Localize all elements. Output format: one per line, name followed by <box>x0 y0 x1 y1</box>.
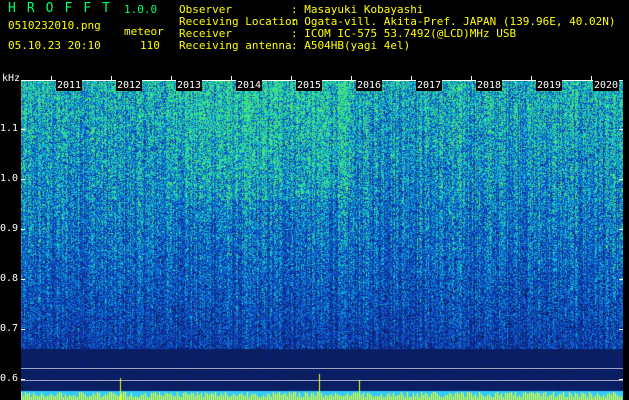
y-tick-mark <box>21 179 25 180</box>
info-value-antenna: : A504HB(yagi 4el) <box>291 39 411 52</box>
time-tick-mark <box>411 76 412 80</box>
time-tick-mark <box>591 76 592 80</box>
y-tick-mark <box>21 279 25 280</box>
time-tick-mark <box>51 76 52 80</box>
time-tick-label: 2018 <box>476 80 503 91</box>
time-tick-mark <box>291 76 292 80</box>
time-tick-mark <box>171 76 172 80</box>
y-tick-mark <box>21 329 25 330</box>
time-tick-mark <box>471 76 472 80</box>
time-tick-label: 2013 <box>176 80 203 91</box>
mode-label: meteor <box>124 25 164 38</box>
time-tick-label: 2012 <box>116 80 143 91</box>
time-tick-label: 2014 <box>236 80 263 91</box>
time-tick-label: 2019 <box>536 80 563 91</box>
app-logo: HROFFT <box>8 1 121 16</box>
axis-unit-label: kHz <box>2 73 21 84</box>
time-tick-label: 2011 <box>56 80 83 91</box>
y-tick-mark <box>619 179 623 180</box>
y-tick-mark <box>619 229 623 230</box>
y-tick-label: 0.8 <box>0 273 19 284</box>
y-tick-label: 1.0 <box>0 173 19 184</box>
y-tick-mark <box>21 129 25 130</box>
time-tick-mark <box>531 76 532 80</box>
time-tick-mark <box>111 76 112 80</box>
y-tick-mark <box>619 379 623 380</box>
y-tick-label: 1.1 <box>0 123 19 134</box>
y-tick-label: 0.6 <box>0 373 19 384</box>
y-tick-mark <box>619 329 623 330</box>
time-tick-label: 2017 <box>416 80 443 91</box>
spectrogram-canvas <box>21 80 623 400</box>
app-version: 1.0.0 <box>124 3 158 16</box>
y-tick-label: 0.7 <box>0 323 19 334</box>
reference-line-upper <box>21 368 623 369</box>
y-tick-mark <box>619 279 623 280</box>
info-label-antenna: Receiving antenna <box>179 39 292 52</box>
time-tick-label: 2016 <box>356 80 383 91</box>
y-tick-label: 0.9 <box>0 223 19 234</box>
time-tick-mark <box>351 76 352 80</box>
y-tick-mark <box>21 379 25 380</box>
time-tick-label: 2020 <box>593 80 620 91</box>
time-tick-label: 2015 <box>296 80 323 91</box>
reference-line-lower <box>21 380 623 381</box>
y-tick-mark <box>619 129 623 130</box>
y-tick-mark <box>21 229 25 230</box>
count-label: 110 <box>140 39 160 52</box>
filename-label: 0510232010.png <box>8 19 101 32</box>
datetime-label: 05.10.23 20:10 <box>8 39 101 52</box>
time-tick-mark <box>231 76 232 80</box>
